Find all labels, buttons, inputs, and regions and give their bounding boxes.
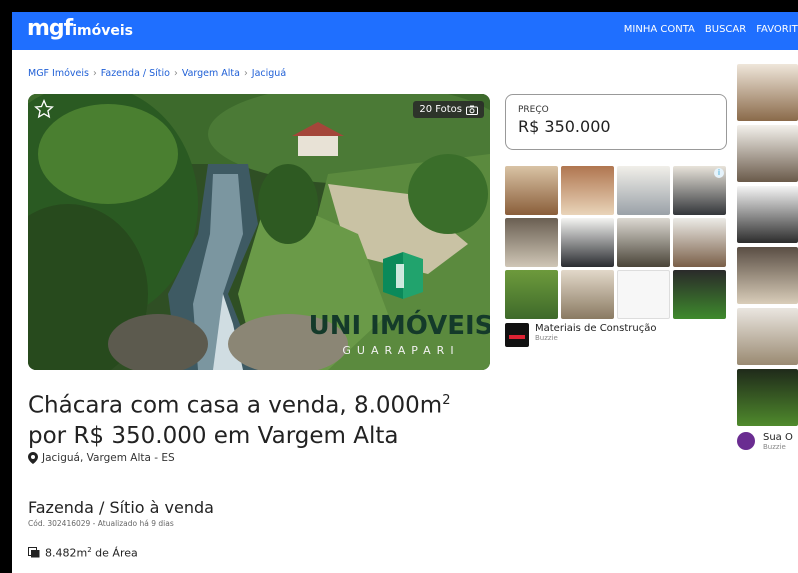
price-box: PREÇO R$ 350.000 xyxy=(505,94,727,150)
watermark-main-text: UNI IMÓVEIS xyxy=(309,309,490,341)
location-pin-icon xyxy=(28,452,38,464)
ad-image[interactable] xyxy=(561,166,614,215)
side-ad-image[interactable] xyxy=(737,186,798,243)
listing-title-line1: Chácara com casa a venda, 8.000m xyxy=(28,392,443,419)
breadcrumb-separator: › xyxy=(174,68,178,79)
side-ad-logo xyxy=(737,432,755,450)
site-logo[interactable]: mgfimóveis xyxy=(27,16,133,41)
side-ad-image[interactable] xyxy=(737,125,798,182)
breadcrumb-separator: › xyxy=(92,68,97,79)
breadcrumb-item-city[interactable]: Vargem Alta xyxy=(182,68,240,79)
ad-image[interactable] xyxy=(617,270,670,319)
ad-image-grid[interactable] xyxy=(505,166,727,319)
breadcrumb-item-district[interactable]: Jaciguá xyxy=(252,68,286,79)
nav-favoritos[interactable]: FAVORITOS xyxy=(756,24,798,35)
ad-advertiser-logo xyxy=(505,323,529,347)
listing-title-sup: 2 xyxy=(442,393,451,408)
main-photo[interactable]: UNI IMÓVEIS GUARAPARI 20 Fotos xyxy=(28,94,490,370)
breadcrumb-item-home[interactable]: MGF Imóveis xyxy=(28,68,89,79)
area-suffix: de Área xyxy=(91,546,138,560)
ad-footer[interactable]: Materiais de Construção Buzzie xyxy=(505,323,727,347)
site-header: mgfimóveis MINHA CONTA BUSCAR FAVORITOS xyxy=(12,12,798,50)
side-ad-strip[interactable]: Sua O Buzzie xyxy=(737,64,798,451)
photo-count-label: 20 Fotos xyxy=(419,104,462,115)
camera-icon xyxy=(466,105,478,115)
breadcrumb-item-category[interactable]: Fazenda / Sítio xyxy=(101,68,170,79)
favorite-star-icon[interactable] xyxy=(34,99,54,119)
property-photo-image: UNI IMÓVEIS GUARAPARI xyxy=(28,94,490,370)
listing-title: Chácara com casa a venda, 8.000m2 por R$… xyxy=(28,386,498,451)
area-icon xyxy=(28,547,40,558)
ad-image[interactable] xyxy=(561,270,614,319)
listing-title-line2: por R$ 350.000 em Vargem Alta xyxy=(28,422,399,449)
side-ad-image[interactable] xyxy=(737,64,798,121)
ad-image[interactable] xyxy=(505,218,558,267)
ad-source: Buzzie xyxy=(535,334,558,342)
ad-block[interactable]: i Materiais de Construção Buzzie xyxy=(505,166,727,347)
side-ad-image[interactable] xyxy=(737,308,798,365)
ad-image[interactable] xyxy=(673,270,726,319)
ad-image[interactable] xyxy=(561,218,614,267)
side-ad-source: Buzzie xyxy=(763,443,786,451)
side-ad-footer[interactable]: Sua O Buzzie xyxy=(737,432,798,451)
page-frame: mgfimóveis MINHA CONTA BUSCAR FAVORITOS … xyxy=(12,12,798,573)
nav-buscar[interactable]: BUSCAR xyxy=(705,24,746,35)
ad-image[interactable] xyxy=(617,166,670,215)
listing-code: Cód. 302416029 - Atualizado há 9 dias xyxy=(28,519,174,528)
photo-count-badge[interactable]: 20 Fotos xyxy=(413,101,484,118)
side-ad-image[interactable] xyxy=(737,369,798,426)
side-ad-image[interactable] xyxy=(737,247,798,304)
logo-main-text: mgf xyxy=(27,16,73,41)
price-label: PREÇO xyxy=(518,105,549,115)
ad-info-icon[interactable]: i xyxy=(714,168,724,178)
side-ad-title[interactable]: Sua O xyxy=(763,432,793,443)
logo-sub-text: imóveis xyxy=(72,23,134,39)
area-value: 8.482m xyxy=(45,546,88,560)
ad-title[interactable]: Materiais de Construção xyxy=(535,323,656,334)
ad-image[interactable] xyxy=(617,218,670,267)
ad-image[interactable] xyxy=(505,166,558,215)
listing-location: Jaciguá, Vargem Alta - ES xyxy=(28,452,175,464)
listing-area: 8.482m2 de Área xyxy=(28,546,138,560)
breadcrumb-separator: › xyxy=(243,68,248,79)
breadcrumb: MGF Imóveis › Fazenda / Sítio › Vargem A… xyxy=(28,68,286,79)
ad-image[interactable] xyxy=(673,218,726,267)
watermark-sub-text: GUARAPARI xyxy=(342,344,459,357)
listing-type: Fazenda / Sítio à venda xyxy=(28,498,214,517)
price-value: R$ 350.000 xyxy=(518,117,611,136)
nav-minha-conta[interactable]: MINHA CONTA xyxy=(624,24,695,35)
location-text: Jaciguá, Vargem Alta - ES xyxy=(42,452,175,464)
ad-image[interactable] xyxy=(505,270,558,319)
top-nav: MINHA CONTA BUSCAR FAVORITOS xyxy=(624,24,798,35)
